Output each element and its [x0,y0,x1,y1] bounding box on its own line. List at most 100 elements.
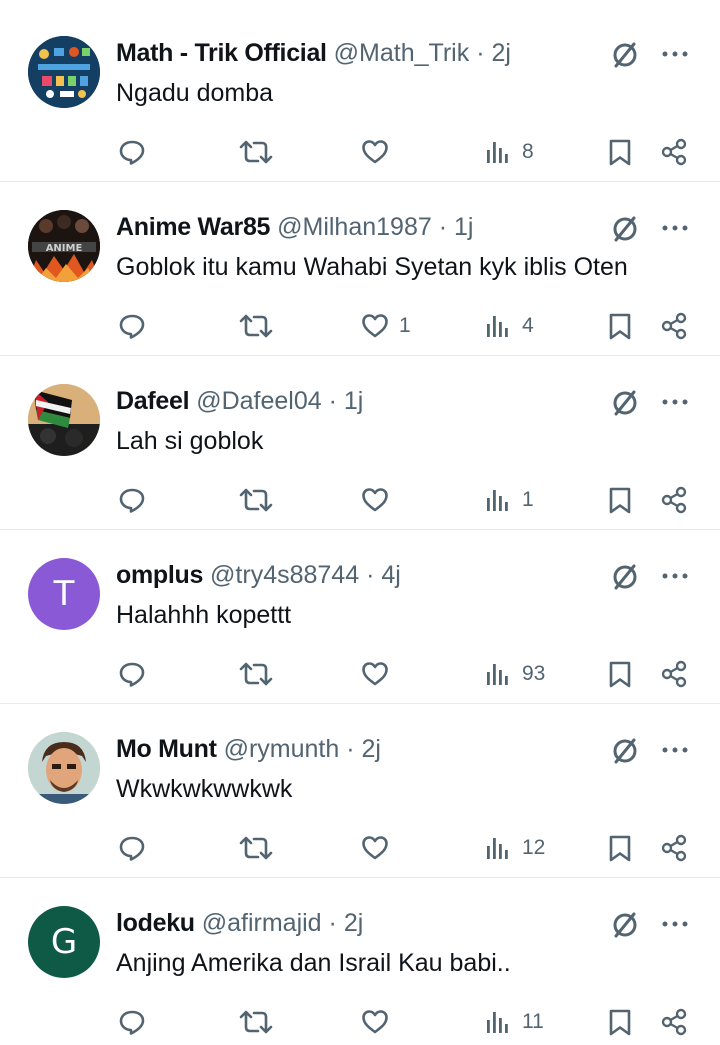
post[interactable]: ANIME Anime War85 @Milhan1987 · 1j Goblo… [0,182,720,356]
avatar-image: ANIME [28,210,100,282]
author-handle[interactable]: @Milhan1987 [277,213,432,241]
views-icon [487,490,508,511]
reply-icon [119,314,145,339]
bookmark-button[interactable] [606,1004,634,1040]
avatar-image [28,384,100,456]
share-icon [661,486,687,514]
views-button[interactable]: 11 [484,1004,544,1040]
post-time[interactable]: 1j [454,213,473,241]
avatar[interactable] [28,384,100,456]
post-actions: 8 [0,134,720,170]
post-header: omplus @try4s88744 · 4j [116,560,401,590]
reply-button[interactable] [118,482,146,518]
share-icon [661,1008,687,1036]
repost-button[interactable] [238,1004,274,1040]
post-time[interactable]: 1j [344,387,363,415]
author-name[interactable]: omplus [116,561,203,589]
view-count: 4 [522,314,534,337]
like-button[interactable]: 1 [361,308,411,344]
bookmark-button[interactable] [606,482,634,518]
like-button[interactable] [361,830,399,866]
views-button[interactable]: 8 [484,134,534,170]
more-icon[interactable] [660,390,690,414]
post-time[interactable]: 2j [344,909,363,937]
reply-button[interactable] [118,1004,146,1040]
post-time[interactable]: 4j [381,561,400,589]
repost-icon [239,314,273,338]
post-text: Goblok itu kamu Wahabi Syetan kyk iblis … [116,253,628,281]
author-name[interactable]: Mo Munt [116,735,217,763]
author-handle[interactable]: @Math_Trik [334,39,470,67]
post-header: Dafeel @Dafeel04 · 1j [116,386,363,416]
separator-dot: · [366,561,375,589]
share-button[interactable] [660,134,688,170]
like-icon [362,1010,388,1034]
author-handle[interactable]: @Dafeel04 [196,387,321,415]
avatar[interactable] [28,732,100,804]
share-button[interactable] [660,308,688,344]
avatar[interactable]: G [28,906,100,978]
repost-button[interactable] [238,134,274,170]
views-button[interactable]: 12 [484,830,545,866]
more-icon[interactable] [660,738,690,762]
grok-icon[interactable] [610,910,640,940]
grok-icon[interactable] [610,214,640,244]
author-handle[interactable]: @rymunth [224,735,340,763]
reply-icon [119,488,145,513]
bookmark-button[interactable] [606,830,634,866]
post-header: Math - Trik Official @Math_Trik · 2j [116,38,511,68]
grok-icon[interactable] [610,388,640,418]
like-button[interactable] [361,1004,399,1040]
views-button[interactable]: 1 [484,482,534,518]
reply-button[interactable] [118,308,146,344]
author-name[interactable]: Dafeel [116,387,190,415]
grok-icon[interactable] [610,562,640,592]
like-button[interactable] [361,656,399,692]
more-icon[interactable] [660,564,690,588]
author-name[interactable]: Math - Trik Official [116,39,327,67]
bookmark-icon [609,661,631,688]
post-time[interactable]: 2j [491,39,510,67]
post[interactable]: T omplus @try4s88744 · 4j Halahhh kopett… [0,530,720,704]
views-button[interactable]: 93 [484,656,545,692]
avatar[interactable]: T [28,558,100,630]
reply-button[interactable] [118,830,146,866]
post-time[interactable]: 2j [362,735,381,763]
post[interactable]: G lodeku @afirmajid · 2j Anjing Amerika … [0,878,720,1045]
repost-button[interactable] [238,830,274,866]
share-button[interactable] [660,482,688,518]
more-icon[interactable] [660,42,690,66]
post[interactable]: Dafeel @Dafeel04 · 1j Lah si goblok 1 [0,356,720,530]
grok-icon[interactable] [610,736,640,766]
share-button[interactable] [660,830,688,866]
more-icon[interactable] [660,912,690,936]
view-count: 8 [522,140,534,163]
views-icon [487,316,508,337]
like-button[interactable] [361,134,399,170]
share-icon [661,138,687,166]
reply-button[interactable] [118,134,146,170]
repost-button[interactable] [238,482,274,518]
author-handle[interactable]: @try4s88744 [210,561,359,589]
repost-button[interactable] [238,308,274,344]
repost-button[interactable] [238,656,274,692]
avatar[interactable]: ANIME [28,210,100,282]
author-name[interactable]: lodeku [116,909,195,937]
post-actions: 12 [0,830,720,866]
separator-dot: · [346,735,355,763]
avatar[interactable] [28,36,100,108]
more-icon[interactable] [660,216,690,240]
like-button[interactable] [361,482,399,518]
author-name[interactable]: Anime War85 [116,213,270,241]
post[interactable]: Mo Munt @rymunth · 2j Wkwkwkwwkwk 12 [0,704,720,878]
reply-button[interactable] [118,656,146,692]
share-button[interactable] [660,656,688,692]
author-handle[interactable]: @afirmajid [202,909,322,937]
post[interactable]: Math - Trik Official @Math_Trik · 2j Nga… [0,8,720,182]
bookmark-button[interactable] [606,134,634,170]
bookmark-button[interactable] [606,308,634,344]
bookmark-button[interactable] [606,656,634,692]
share-button[interactable] [660,1004,688,1040]
grok-icon[interactable] [610,40,640,70]
views-button[interactable]: 4 [484,308,534,344]
